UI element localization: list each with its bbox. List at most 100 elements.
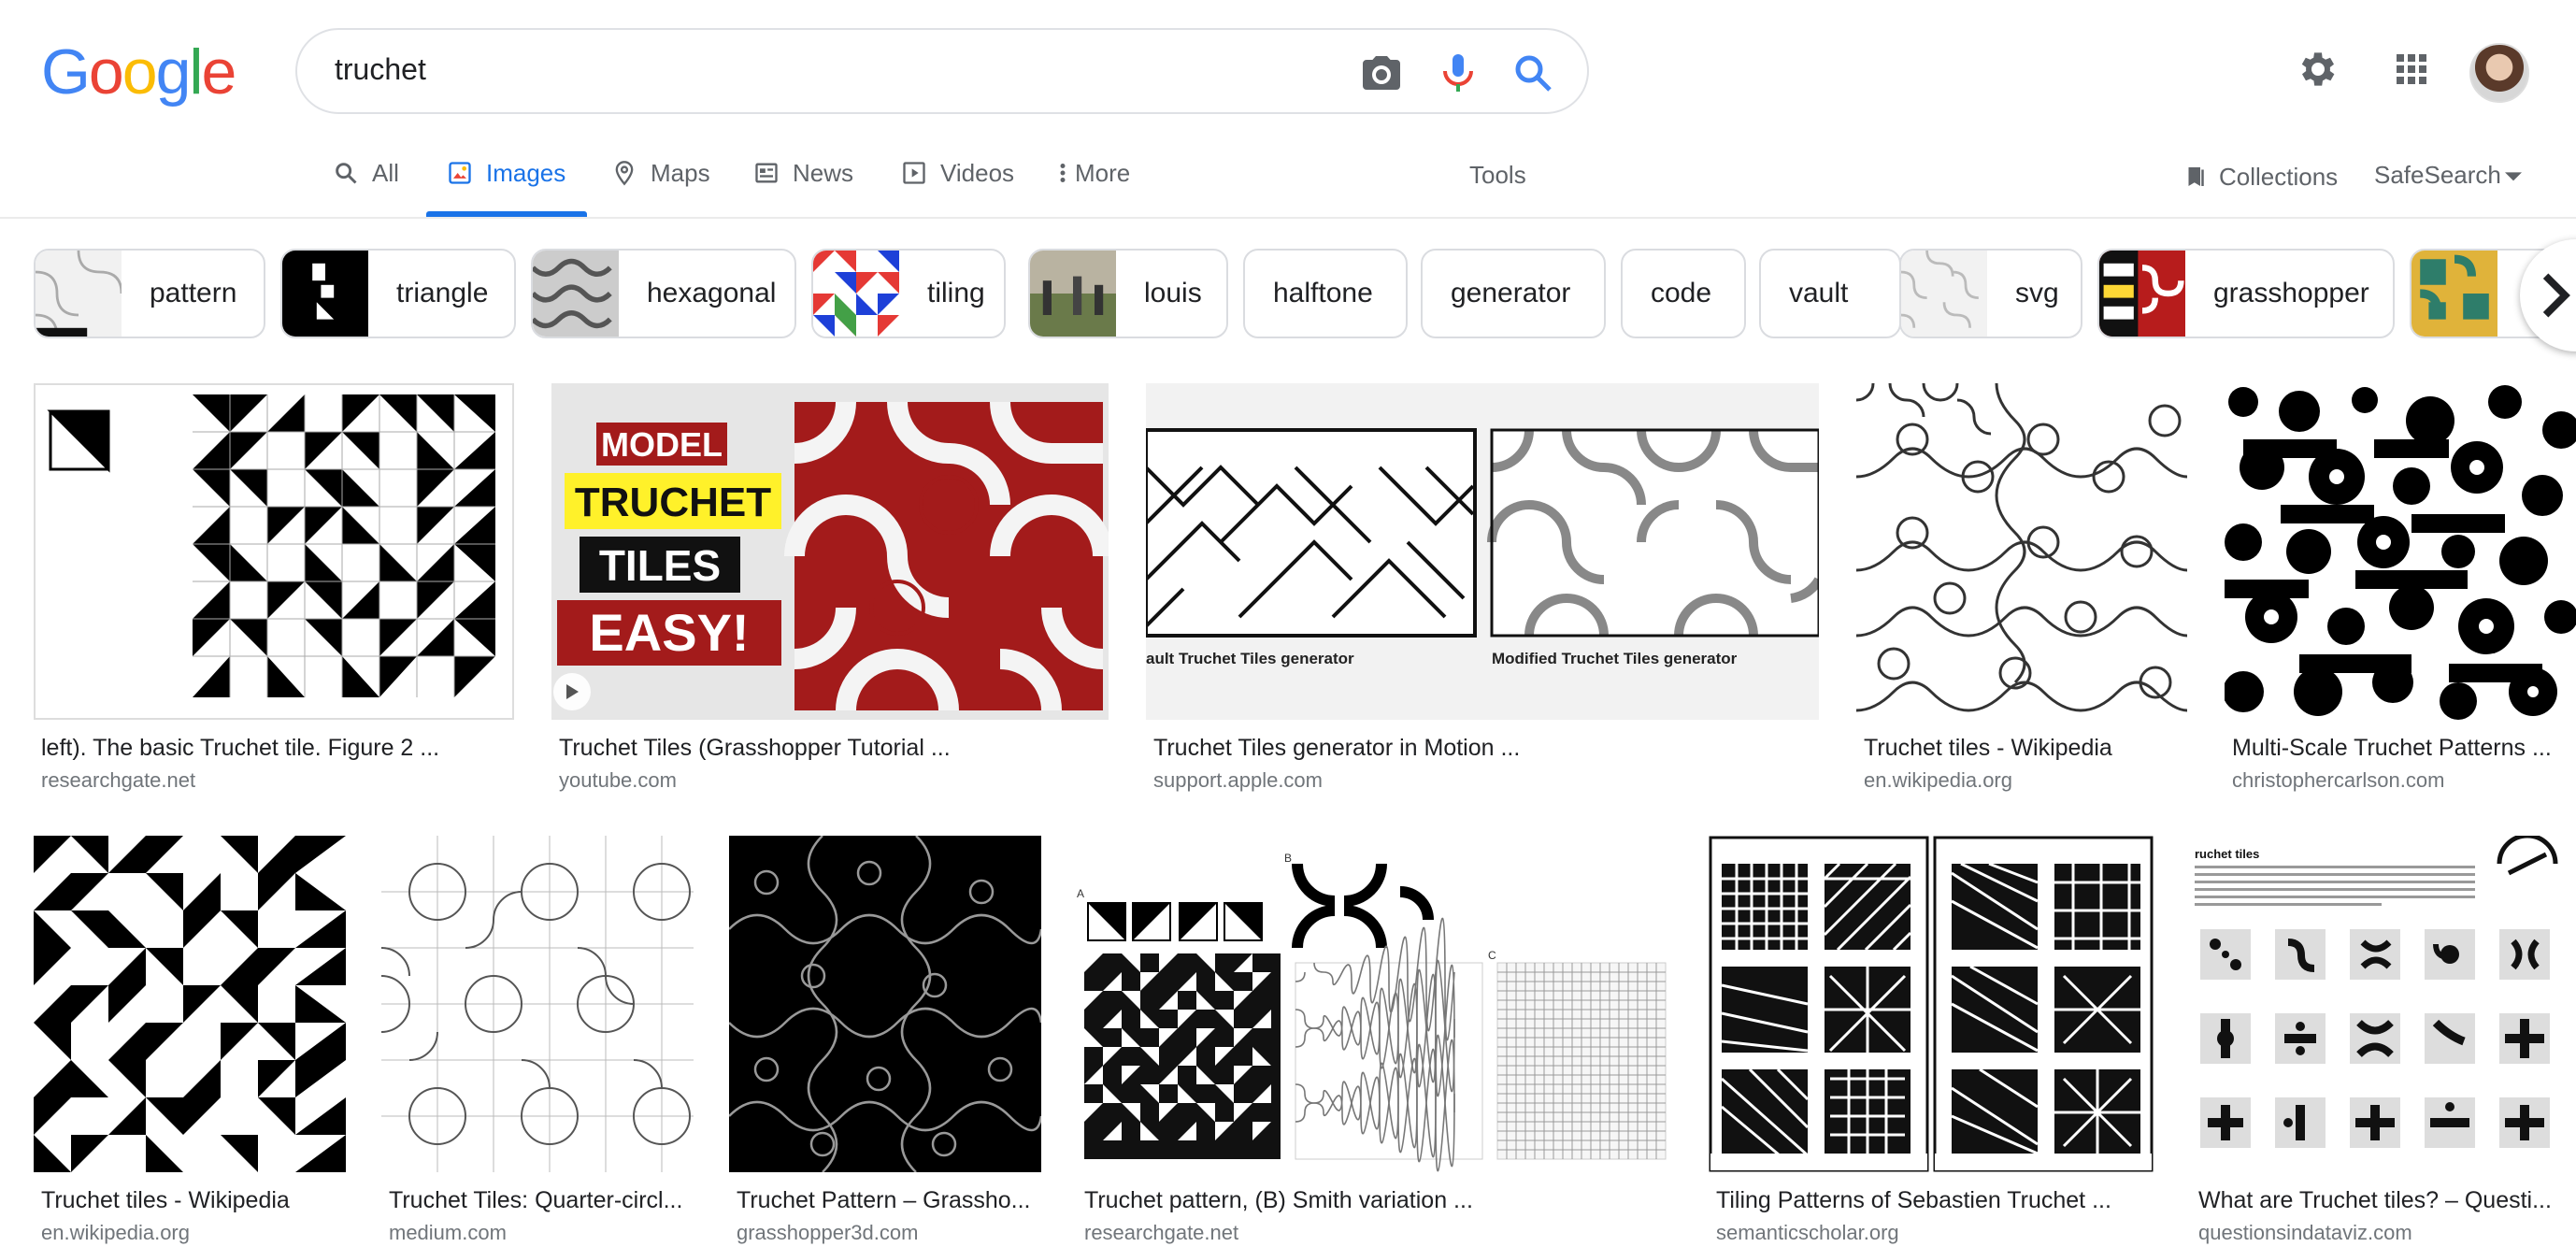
image-result[interactable]: Tiling Patterns of Sebastien Truchet ...… (1709, 836, 2154, 1247)
result-source[interactable]: christophercarlson.com (2232, 768, 2444, 793)
tab-maps[interactable]: Maps (611, 159, 710, 219)
chip-halftone[interactable]: halftone (1243, 249, 1408, 338)
mic-icon[interactable] (1436, 50, 1481, 95)
chip-thumb (2099, 251, 2185, 337)
settings-gear-icon[interactable] (2296, 47, 2340, 92)
chip-thumb (1030, 251, 1116, 337)
svg-text:C: C (1488, 949, 1496, 962)
result-title[interactable]: Truchet Tiles: Quarter-circl... (389, 1187, 688, 1214)
safesearch-button[interactable]: SafeSearch (2374, 161, 2522, 190)
map-pin-icon (615, 161, 634, 186)
tools-button[interactable]: Tools (1469, 161, 1526, 190)
result-image (1709, 836, 2154, 1172)
tab-videos[interactable]: Videos (901, 159, 1014, 219)
result-source[interactable]: youtube.com (559, 768, 677, 793)
chip-tiling[interactable]: tiling (811, 249, 1006, 338)
result-image (2225, 383, 2576, 720)
search-icon[interactable] (1510, 50, 1555, 95)
image-icon (449, 162, 471, 184)
chip-svg[interactable]: svg (1899, 249, 2082, 338)
header-divider (0, 217, 2576, 219)
svg-text:A: A (1077, 887, 1084, 900)
chip-label: generator (1451, 278, 1571, 308)
result-source[interactable]: en.wikipedia.org (41, 1221, 190, 1245)
chip-thumb (813, 251, 899, 337)
image-result[interactable]: Truchet tiles - Wikipedia en.wikipedia.o… (34, 836, 346, 1247)
chip-thumb (36, 251, 122, 337)
chip-thumb (1901, 251, 1987, 337)
avatar[interactable] (2469, 43, 2529, 103)
image-result[interactable]: ault Truchet Tiles generator Modified Tr… (1146, 383, 1819, 795)
chip-thumb (2411, 251, 2497, 337)
chip-thumb (533, 251, 619, 337)
chip-label: tiling (927, 278, 985, 308)
chip-hexagonal[interactable]: hexagonal (531, 249, 796, 338)
search-input[interactable]: truchet (335, 52, 426, 87)
tab-label: More (1075, 159, 1131, 187)
chip-grasshopper[interactable]: grasshopper (2097, 249, 2395, 338)
chip-pattern[interactable]: pattern (34, 249, 265, 338)
result-image (1856, 383, 2187, 720)
result-source[interactable]: researchgate.net (1084, 1221, 1238, 1245)
result-source[interactable]: support.apple.com (1153, 768, 1323, 793)
result-source[interactable]: grasshopper3d.com (737, 1221, 918, 1245)
chip-label: pattern (150, 278, 237, 308)
chip-label: hexagonal (647, 278, 777, 308)
result-title[interactable]: Truchet pattern, (B) Smith variation ... (1084, 1187, 1664, 1214)
result-title[interactable]: left). The basic Truchet tile. Figure 2 … (41, 735, 508, 762)
image-result[interactable]: Multi-Scale Truchet Patterns ... christo… (2225, 383, 2576, 795)
google-logo[interactable]: Google (41, 36, 236, 108)
result-image (34, 383, 514, 720)
tab-all[interactable]: All (333, 159, 399, 219)
result-title[interactable]: Multi-Scale Truchet Patterns ... (2232, 735, 2569, 762)
tab-news[interactable]: News (753, 159, 853, 219)
result-image: ault Truchet Tiles generator Modified Tr… (1146, 383, 1819, 720)
result-title[interactable]: Truchet Tiles generator in Motion ... (1153, 735, 1808, 762)
chip-louis[interactable]: louis (1028, 249, 1228, 338)
caret-down-icon (2504, 171, 2522, 180)
more-vert-icon (1060, 164, 1066, 182)
result-title[interactable]: Tiling Patterns of Sebastien Truchet ... (1716, 1187, 2146, 1214)
collections-button[interactable]: Collections (2182, 161, 2338, 193)
result-image: A B C (1077, 836, 1671, 1172)
chip-code[interactable]: code (1621, 249, 1746, 338)
chip-label: code (1651, 278, 1712, 308)
tab-label: Videos (940, 159, 1015, 187)
chip-generator[interactable]: generator (1421, 249, 1606, 338)
safesearch-label: SafeSearch (2374, 161, 2501, 189)
image-result[interactable]: ruchet tiles What are Truchet tiles? – Q… (2191, 836, 2576, 1247)
apps-grid-icon[interactable] (2389, 47, 2434, 92)
chip-label: louis (1144, 278, 1202, 308)
svg-text:B: B (1284, 852, 1292, 865)
result-source[interactable]: en.wikipedia.org (1864, 768, 2012, 793)
result-image (34, 836, 346, 1172)
chip-triangle[interactable]: triangle (280, 249, 516, 338)
tab-images[interactable]: Images (447, 159, 565, 219)
image-result[interactable]: Truchet Pattern – Grassho... grasshopper… (729, 836, 1041, 1247)
result-source[interactable]: questionsindataviz.com (2198, 1221, 2412, 1245)
result-title[interactable]: Truchet tiles - Wikipedia (1864, 735, 2182, 762)
result-source[interactable]: researchgate.net (41, 768, 195, 793)
result-source[interactable]: semanticscholar.org (1716, 1221, 1899, 1245)
image-result[interactable]: Truchet tiles - Wikipedia en.wikipedia.o… (1856, 383, 2187, 795)
chip-label: grasshopper (2213, 278, 2369, 308)
bookmark-icon (2188, 167, 2204, 186)
image-result[interactable]: left). The basic Truchet tile. Figure 2 … (34, 383, 514, 795)
chip-vault[interactable]: vault (1759, 249, 1901, 338)
image-result[interactable]: A B C Truchet pattern, (B) Smith variati… (1077, 836, 1671, 1247)
collections-label: Collections (2219, 162, 2339, 191)
result-title[interactable]: Truchet tiles - Wikipedia (41, 1187, 350, 1214)
image-result[interactable]: Truchet Tiles: Quarter-circl... medium.c… (381, 836, 694, 1247)
tab-label: Images (486, 159, 566, 187)
result-source[interactable]: medium.com (389, 1221, 507, 1245)
result-title[interactable]: Truchet Pattern – Grassho... (737, 1187, 1036, 1214)
thumb-text: Modified Truchet Tiles generator (1492, 650, 1738, 667)
search-box[interactable]: truchet (295, 28, 1589, 114)
chip-label: svg (2015, 278, 2059, 308)
result-title[interactable]: What are Truchet tiles? – Questi... (2198, 1187, 2572, 1214)
image-result[interactable]: MODEL TRUCHET TILES EASY! Truchet Tiles … (551, 383, 1109, 795)
camera-icon[interactable] (1359, 50, 1404, 95)
tab-more[interactable]: More (1056, 159, 1130, 219)
result-title[interactable]: Truchet Tiles (Grasshopper Tutorial ... (559, 735, 1082, 762)
result-image: MODEL TRUCHET TILES EASY! (551, 383, 1109, 720)
